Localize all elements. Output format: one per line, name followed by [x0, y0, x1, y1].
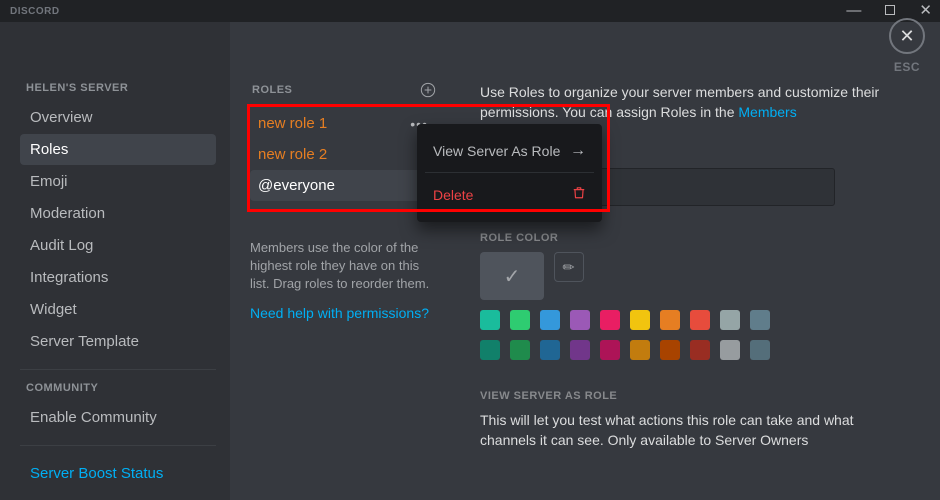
sidebar-item-moderation[interactable]: Moderation	[20, 198, 216, 229]
roles-hint-text: Members use the color of the highest rol…	[250, 239, 436, 293]
color-swatch[interactable]	[570, 340, 590, 360]
roles-list-panel: ROLES new role 1 ••• new role 2 @everyon…	[230, 22, 450, 500]
sidebar-item-roles[interactable]: Roles	[20, 134, 216, 165]
add-role-icon[interactable]	[420, 82, 436, 98]
members-link[interactable]: Members	[738, 104, 796, 120]
swatch-row-1	[480, 310, 880, 330]
default-color-swatch[interactable]: ✓	[480, 252, 544, 300]
sidebar-item-server-boost[interactable]: Server Boost Status	[20, 458, 216, 489]
trash-icon	[572, 185, 586, 204]
sidebar-item-enable-community[interactable]: Enable Community	[20, 402, 216, 433]
role-item-everyone[interactable]: @everyone	[250, 170, 436, 201]
menu-separator	[425, 172, 594, 173]
color-swatch[interactable]	[600, 340, 620, 360]
window-close-icon[interactable]: ✕	[919, 5, 932, 17]
color-swatch[interactable]	[690, 340, 710, 360]
color-swatch[interactable]	[660, 310, 680, 330]
sidebar-header-community: COMMUNITY	[26, 382, 216, 394]
title-bar: DISCORD — ✕	[0, 0, 940, 22]
sidebar-item-server-template[interactable]: Server Template	[20, 326, 216, 357]
view-as-role-label: VIEW SERVER AS ROLE	[480, 390, 880, 402]
eyedropper-icon: ✎	[559, 257, 579, 277]
color-swatch[interactable]	[570, 310, 590, 330]
sidebar-header-server: HELEN'S SERVER	[26, 82, 216, 94]
custom-color-button[interactable]: ✎	[554, 252, 584, 282]
close-label: ESC	[878, 60, 936, 74]
sidebar-item-widget[interactable]: Widget	[20, 294, 216, 325]
settings-sidebar: HELEN'S SERVER Overview Roles Emoji Mode…	[0, 22, 230, 500]
color-swatch[interactable]	[630, 310, 650, 330]
arrow-right-icon: →	[570, 142, 586, 160]
color-swatch[interactable]	[630, 340, 650, 360]
color-swatch[interactable]	[480, 310, 500, 330]
sidebar-item-overview[interactable]: Overview	[20, 102, 216, 133]
maximize-icon[interactable]	[885, 5, 895, 17]
color-swatch[interactable]	[750, 310, 770, 330]
role-context-menu: View Server As Role → Delete	[417, 124, 602, 222]
color-swatch[interactable]	[750, 340, 770, 360]
role-color-label: ROLE COLOR	[480, 232, 880, 244]
color-swatch[interactable]	[480, 340, 500, 360]
divider	[20, 445, 216, 446]
minimize-icon[interactable]: —	[846, 5, 861, 17]
roles-description: Use Roles to organize your server member…	[480, 82, 880, 122]
role-label: new role 2	[258, 146, 327, 163]
role-settings-pane: ✕ ESC Use Roles to organize your server …	[450, 22, 940, 500]
check-icon: ✓	[504, 264, 521, 289]
color-swatch[interactable]	[690, 310, 710, 330]
swatch-row-2	[480, 340, 880, 360]
color-swatch[interactable]	[540, 310, 560, 330]
color-swatch[interactable]	[510, 340, 530, 360]
close-settings-button[interactable]: ✕ ESC	[878, 18, 936, 74]
sidebar-item-integrations[interactable]: Integrations	[20, 262, 216, 293]
close-icon: ✕	[889, 18, 925, 54]
role-item[interactable]: new role 1 •••	[250, 108, 436, 139]
role-label: @everyone	[258, 177, 335, 194]
color-swatch[interactable]	[720, 310, 740, 330]
sidebar-item-audit-log[interactable]: Audit Log	[20, 230, 216, 261]
color-swatch[interactable]	[720, 340, 740, 360]
roles-header-label: ROLES	[252, 84, 292, 96]
ctx-delete-role[interactable]: Delete	[425, 175, 594, 214]
sidebar-item-emoji[interactable]: Emoji	[20, 166, 216, 197]
color-swatch[interactable]	[510, 310, 530, 330]
app-logo-text: DISCORD	[10, 6, 60, 17]
color-swatch[interactable]	[600, 310, 620, 330]
color-swatch[interactable]	[540, 340, 560, 360]
role-label: new role 1	[258, 115, 327, 132]
divider	[20, 369, 216, 370]
color-swatch[interactable]	[660, 340, 680, 360]
role-item[interactable]: new role 2	[250, 139, 436, 170]
permissions-help-link[interactable]: Need help with permissions?	[250, 305, 436, 321]
ctx-view-as-role[interactable]: View Server As Role →	[425, 132, 594, 170]
view-as-role-description: This will let you test what actions this…	[480, 410, 880, 450]
